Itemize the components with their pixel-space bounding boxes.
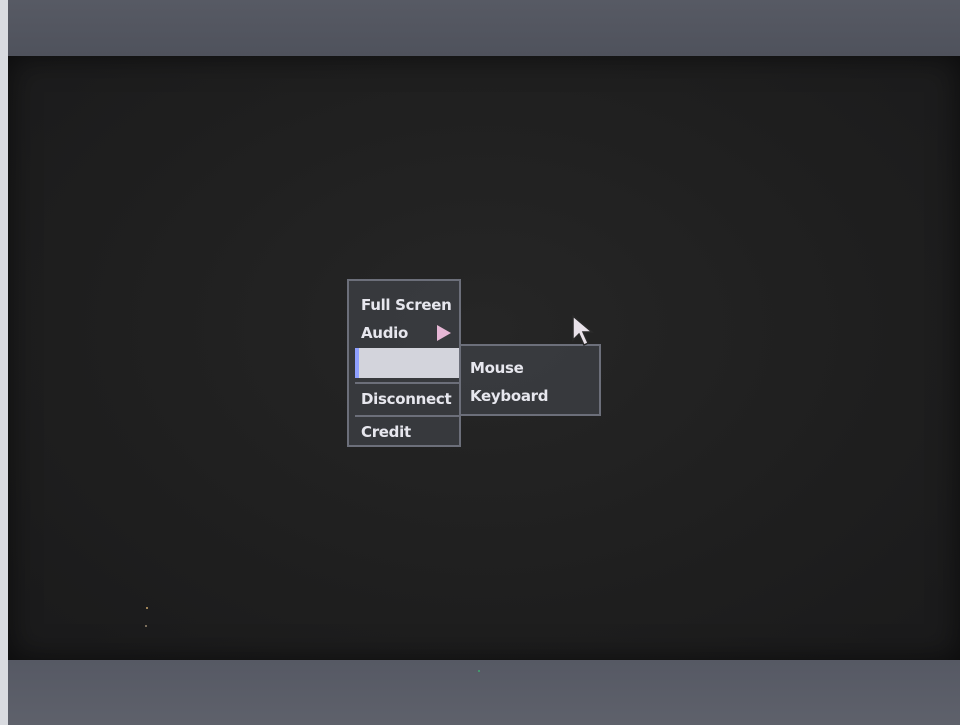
menu-separator (355, 415, 459, 417)
submenu-item-keyboard[interactable]: Keyboard (470, 387, 549, 405)
menu-item-full-screen[interactable]: Full Screen (361, 296, 452, 314)
screen-speck (146, 607, 148, 609)
menu-item-credit[interactable]: Credit (361, 423, 411, 441)
menu-item-disconnect[interactable]: Disconnect (361, 390, 452, 408)
screen-speck (145, 625, 147, 627)
submenu-item-mouse[interactable]: Mouse (470, 359, 524, 377)
chevron-right-icon (437, 325, 451, 341)
monitor-bezel-bottom (8, 660, 960, 725)
context-menu: Full Screen Audio Disconnect Credit (347, 279, 461, 447)
menu-item-audio[interactable]: Audio (361, 324, 408, 342)
left-edge (0, 0, 8, 725)
menu-separator (355, 382, 459, 384)
monitor-bezel-top (8, 0, 960, 56)
mouse-pointer-icon (572, 314, 595, 347)
power-led (478, 670, 480, 672)
photo-frame: Full Screen Audio Disconnect Credit Mous… (0, 0, 960, 725)
highlight-accent (355, 348, 359, 378)
input-submenu: Mouse Keyboard (459, 344, 601, 416)
menu-item-highlighted[interactable] (355, 348, 459, 378)
